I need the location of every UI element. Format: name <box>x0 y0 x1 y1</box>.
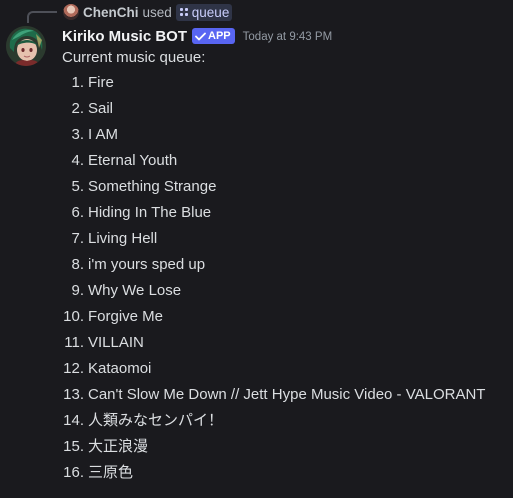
message-header: Kiriko Music BOT APP Today at 9:43 PM <box>62 26 332 46</box>
queue-item-title: Hiding In The Blue <box>88 204 212 221</box>
queue-item-number: 6. <box>71 204 84 221</box>
queue-item-number: 8. <box>71 256 84 273</box>
queue-item: 16. 三原色 <box>62 463 485 489</box>
queue-item: 15. 大正浪漫 <box>62 437 485 463</box>
queue-item-number: 10. <box>63 308 84 325</box>
queue-item: 7. Living Hell <box>62 229 485 255</box>
slash-command-icon <box>179 8 188 16</box>
queue-item-number: 12. <box>63 360 84 377</box>
reply-context[interactable]: ChenChi used queue <box>63 3 233 21</box>
command-name: queue <box>191 4 230 20</box>
queue-item-number: 14. <box>63 412 84 429</box>
queue-item-number: 5. <box>71 178 84 195</box>
music-queue-list: 1. Fire 2. Sail 3. I AM 4. Eternal Youth 5. S… <box>62 73 485 489</box>
queue-item: 5. Something Strange <box>62 177 485 203</box>
queue-item-title: VILLAIN <box>88 334 144 351</box>
queue-item: 1. Fire <box>62 73 485 99</box>
queue-item-title: 大正浪漫 <box>88 438 149 455</box>
queue-item-title: 人類みなセンパイ！ <box>88 412 224 429</box>
queue-item-number: 9. <box>71 282 84 299</box>
queue-item-title: 三原色 <box>88 464 134 481</box>
queue-item-title: Living Hell <box>88 230 158 247</box>
queue-item-number: 2. <box>71 100 84 117</box>
queue-item-title: i'm yours sped up <box>88 256 206 273</box>
queue-item: 4. Eternal Youth <box>62 151 485 177</box>
queue-item: 14. 人類みなセンパイ！ <box>62 411 485 437</box>
queue-item-number: 15. <box>63 438 84 455</box>
queue-item-number: 3. <box>71 126 84 143</box>
queue-item-title: Sail <box>88 100 114 117</box>
queue-item-title: Can't Slow Me Down // Jett Hype Music Vi… <box>88 386 486 403</box>
author-name[interactable]: Kiriko Music BOT <box>62 28 187 45</box>
queue-item-number: 7. <box>71 230 84 247</box>
queue-item-number: 1. <box>71 74 84 91</box>
queue-item: 10. Forgive Me <box>62 307 485 333</box>
queue-item: 3. I AM <box>62 125 485 151</box>
queue-item: 12. Kataomoi <box>62 359 485 385</box>
queue-item: 2. Sail <box>62 99 485 125</box>
queue-item-title: Something Strange <box>88 178 217 195</box>
queue-item: 13. Can't Slow Me Down // Jett Hype Music… <box>62 385 485 411</box>
reply-used-text: used <box>142 4 172 20</box>
queue-item: 9. Why We Lose <box>62 281 485 307</box>
queue-item-number: 13. <box>63 386 84 403</box>
queue-item-title: Kataomoi <box>88 360 152 377</box>
queue-item: 6. Hiding In The Blue <box>62 203 485 229</box>
queue-item-title: Why We Lose <box>88 282 182 299</box>
app-badge-label: APP <box>208 30 231 42</box>
queue-item-number: 16. <box>63 464 84 481</box>
reply-user-avatar[interactable] <box>63 4 79 20</box>
queue-item-number: 4. <box>71 152 84 169</box>
queue-item: 8. i'm yours sped up <box>62 255 485 281</box>
queue-intro: Current music queue: <box>62 49 206 66</box>
app-badge: APP <box>192 28 235 44</box>
queue-item-number: 11. <box>64 334 84 351</box>
bot-message: ChenChi used queue Kiriko Music BOT APP … <box>0 0 513 498</box>
queue-item-title: Forgive Me <box>88 308 164 325</box>
checkmark-icon <box>195 32 206 40</box>
bot-avatar[interactable] <box>6 26 46 66</box>
reply-spine <box>27 11 57 23</box>
command-pill[interactable]: queue <box>175 3 233 21</box>
queue-item-title: Fire <box>88 74 114 91</box>
reply-username[interactable]: ChenChi <box>83 5 139 20</box>
queue-item-title: Eternal Youth <box>88 152 178 169</box>
queue-item: 11. VILLAIN <box>62 333 485 359</box>
queue-item-title: I AM <box>88 126 119 143</box>
message-timestamp[interactable]: Today at 9:43 PM <box>243 31 333 43</box>
